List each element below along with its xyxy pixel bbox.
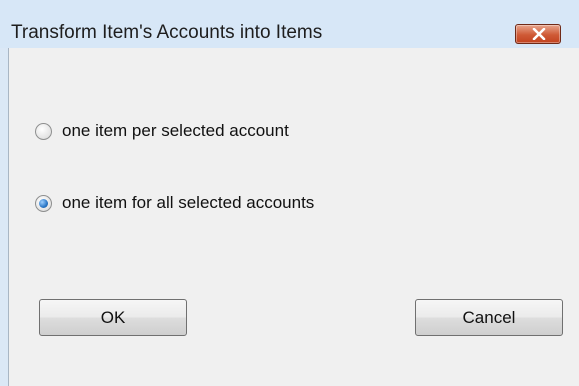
title-bar[interactable]: Transform Item's Accounts into Items <box>0 0 579 48</box>
option-per-account[interactable]: one item per selected account <box>35 119 289 143</box>
ok-button[interactable]: OK <box>39 299 187 336</box>
dialog-body: one item per selected account one item f… <box>8 48 579 386</box>
cancel-button[interactable]: Cancel <box>415 299 563 336</box>
close-icon <box>532 28 546 40</box>
close-button[interactable] <box>515 24 561 44</box>
radio-all-accounts[interactable] <box>35 194 52 212</box>
option-all-accounts-label: one item for all selected accounts <box>62 193 315 212</box>
option-per-account-label: one item per selected account <box>62 121 289 140</box>
dialog-window: Transform Item's Accounts into Items one… <box>0 0 579 386</box>
radio-per-account[interactable] <box>35 122 52 140</box>
window-title: Transform Item's Accounts into Items <box>11 22 323 43</box>
option-all-accounts[interactable]: one item for all selected accounts <box>35 191 314 215</box>
